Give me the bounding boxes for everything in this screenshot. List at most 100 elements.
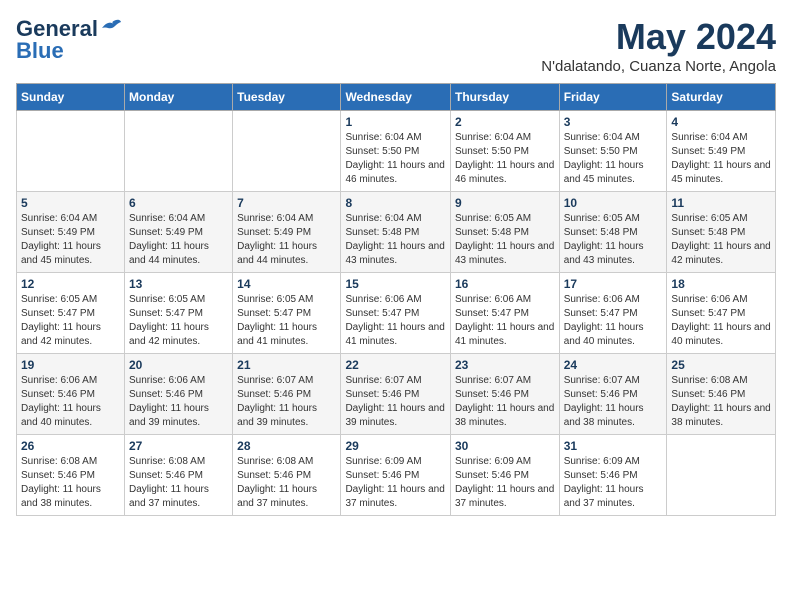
day-info: Sunrise: 6:05 AMSunset: 5:47 PMDaylight:… — [237, 293, 336, 349]
day-info: Sunrise: 6:06 AMSunset: 5:46 PMDaylight:… — [129, 374, 228, 430]
day-info: Sunrise: 6:09 AMSunset: 5:46 PMDaylight:… — [345, 455, 446, 511]
calendar-cell: 16 Sunrise: 6:06 AMSunset: 5:47 PMDayligh… — [450, 273, 559, 354]
day-info: Sunrise: 6:08 AMSunset: 5:46 PMDaylight:… — [129, 455, 228, 511]
calendar-cell: 29 Sunrise: 6:09 AMSunset: 5:46 PMDayligh… — [341, 435, 451, 516]
page-header: General Blue May 2024 N'dalatando, Cuanz… — [16, 16, 776, 75]
day-number: 19 — [21, 358, 120, 372]
day-info: Sunrise: 6:06 AMSunset: 5:47 PMDaylight:… — [671, 293, 771, 349]
calendar-cell — [17, 111, 125, 192]
calendar-week-row: 19 Sunrise: 6:06 AMSunset: 5:46 PMDayligh… — [17, 354, 776, 435]
day-number: 28 — [237, 439, 336, 453]
day-number: 7 — [237, 196, 336, 210]
calendar-cell: 21Sunrise: 6:07 AMSunset: 5:46 PMDayligh… — [233, 354, 341, 435]
day-number: 24 — [564, 358, 663, 372]
calendar-cell: 31 Sunrise: 6:09 AMSunset: 5:46 PMDayligh… — [559, 435, 667, 516]
calendar-week-row: 26 Sunrise: 6:08 AMSunset: 5:46 PMDayligh… — [17, 435, 776, 516]
calendar-cell — [233, 111, 341, 192]
day-number: 29 — [345, 439, 446, 453]
calendar-cell: 4 Sunrise: 6:04 AMSunset: 5:49 PMDaylight… — [667, 111, 776, 192]
logo: General Blue — [16, 16, 122, 64]
day-number: 27 — [129, 439, 228, 453]
day-info: Sunrise: 6:04 AMSunset: 5:50 PMDaylight:… — [345, 131, 446, 187]
day-info: Sunrise: 6:08 AMSunset: 5:46 PMDaylight:… — [237, 455, 336, 511]
day-number: 17 — [564, 277, 663, 291]
calendar-cell: 7Sunrise: 6:04 AMSunset: 5:49 PMDaylight… — [233, 192, 341, 273]
day-number: 31 — [564, 439, 663, 453]
day-number: 20 — [129, 358, 228, 372]
day-number: 30 — [455, 439, 555, 453]
calendar-cell: 17 Sunrise: 6:06 AMSunset: 5:47 PMDayligh… — [559, 273, 667, 354]
day-info: Sunrise: 6:07 AMSunset: 5:46 PMDaylight:… — [345, 374, 446, 430]
weekday-header-friday: Friday — [559, 84, 667, 111]
calendar-cell: 18 Sunrise: 6:06 AMSunset: 5:47 PMDayligh… — [667, 273, 776, 354]
calendar-cell — [667, 435, 776, 516]
day-info: Sunrise: 6:04 AMSunset: 5:49 PMDaylight:… — [671, 131, 771, 187]
calendar-week-row: 12 Sunrise: 6:05 AMSunset: 5:47 PMDayligh… — [17, 273, 776, 354]
day-number: 9 — [455, 196, 555, 210]
day-number: 25 — [671, 358, 771, 372]
main-title: May 2024 — [541, 16, 776, 58]
weekday-header-tuesday: Tuesday — [233, 84, 341, 111]
day-number: 18 — [671, 277, 771, 291]
calendar-cell: 19 Sunrise: 6:06 AMSunset: 5:46 PMDayligh… — [17, 354, 125, 435]
day-number: 26 — [21, 439, 120, 453]
title-block: May 2024 N'dalatando, Cuanza Norte, Ango… — [541, 16, 776, 75]
calendar-cell: 30 Sunrise: 6:09 AMSunset: 5:46 PMDayligh… — [450, 435, 559, 516]
logo-bird-icon — [100, 18, 122, 36]
subtitle: N'dalatando, Cuanza Norte, Angola — [541, 58, 776, 75]
calendar-cell: 27 Sunrise: 6:08 AMSunset: 5:46 PMDayligh… — [125, 435, 233, 516]
day-number: 14 — [237, 277, 336, 291]
day-number: 1 — [345, 115, 446, 129]
calendar-cell: 1 Sunrise: 6:04 AMSunset: 5:50 PMDaylight… — [341, 111, 451, 192]
weekday-header-row: SundayMondayTuesdayWednesdayThursdayFrid… — [17, 84, 776, 111]
calendar-table: SundayMondayTuesdayWednesdayThursdayFrid… — [16, 83, 776, 516]
day-info: Sunrise: 6:06 AMSunset: 5:47 PMDaylight:… — [564, 293, 663, 349]
day-info: Sunrise: 6:09 AMSunset: 5:46 PMDaylight:… — [455, 455, 555, 511]
day-info: Sunrise: 6:08 AMSunset: 5:46 PMDaylight:… — [671, 374, 771, 430]
day-info: Sunrise: 6:04 AMSunset: 5:49 PMDaylight:… — [21, 212, 120, 268]
day-number: 23 — [455, 358, 555, 372]
weekday-header-sunday: Sunday — [17, 84, 125, 111]
calendar-cell: 3Sunrise: 6:04 AMSunset: 5:50 PMDaylight… — [559, 111, 667, 192]
calendar-cell: 6 Sunrise: 6:04 AMSunset: 5:49 PMDaylight… — [125, 192, 233, 273]
day-info: Sunrise: 6:04 AMSunset: 5:50 PMDaylight:… — [455, 131, 555, 187]
day-number: 3 — [564, 115, 663, 129]
day-info: Sunrise: 6:06 AMSunset: 5:47 PMDaylight:… — [345, 293, 446, 349]
day-info: Sunrise: 6:07 AMSunset: 5:46 PMDaylight:… — [455, 374, 555, 430]
day-info: Sunrise: 6:07 AMSunset: 5:46 PMDaylight:… — [564, 374, 663, 430]
calendar-cell: 13 Sunrise: 6:05 AMSunset: 5:47 PMDayligh… — [125, 273, 233, 354]
calendar-cell: 22Sunrise: 6:07 AMSunset: 5:46 PMDayligh… — [341, 354, 451, 435]
calendar-cell: 14 Sunrise: 6:05 AMSunset: 5:47 PMDayligh… — [233, 273, 341, 354]
day-number: 16 — [455, 277, 555, 291]
day-info: Sunrise: 6:08 AMSunset: 5:46 PMDaylight:… — [21, 455, 120, 511]
day-info: Sunrise: 6:09 AMSunset: 5:46 PMDaylight:… — [564, 455, 663, 511]
day-number: 4 — [671, 115, 771, 129]
day-info: Sunrise: 6:05 AMSunset: 5:47 PMDaylight:… — [129, 293, 228, 349]
day-number: 15 — [345, 277, 446, 291]
calendar-cell: 28 Sunrise: 6:08 AMSunset: 5:46 PMDayligh… — [233, 435, 341, 516]
day-number: 12 — [21, 277, 120, 291]
calendar-cell: 24 Sunrise: 6:07 AMSunset: 5:46 PMDayligh… — [559, 354, 667, 435]
calendar-cell: 8Sunrise: 6:04 AMSunset: 5:48 PMDaylight… — [341, 192, 451, 273]
calendar-cell: 10Sunrise: 6:05 AMSunset: 5:48 PMDayligh… — [559, 192, 667, 273]
day-info: Sunrise: 6:06 AMSunset: 5:47 PMDaylight:… — [455, 293, 555, 349]
logo-blue: Blue — [16, 38, 64, 64]
calendar-cell: 20 Sunrise: 6:06 AMSunset: 5:46 PMDayligh… — [125, 354, 233, 435]
calendar-week-row: 5 Sunrise: 6:04 AMSunset: 5:49 PMDaylight… — [17, 192, 776, 273]
day-number: 5 — [21, 196, 120, 210]
calendar-cell: 9Sunrise: 6:05 AMSunset: 5:48 PMDaylight… — [450, 192, 559, 273]
calendar-cell: 11Sunrise: 6:05 AMSunset: 5:48 PMDayligh… — [667, 192, 776, 273]
weekday-header-wednesday: Wednesday — [341, 84, 451, 111]
day-number: 13 — [129, 277, 228, 291]
calendar-week-row: 1 Sunrise: 6:04 AMSunset: 5:50 PMDaylight… — [17, 111, 776, 192]
day-info: Sunrise: 6:05 AMSunset: 5:48 PMDaylight:… — [671, 212, 771, 268]
calendar-cell: 15 Sunrise: 6:06 AMSunset: 5:47 PMDayligh… — [341, 273, 451, 354]
day-info: Sunrise: 6:06 AMSunset: 5:46 PMDaylight:… — [21, 374, 120, 430]
day-info: Sunrise: 6:04 AMSunset: 5:49 PMDaylight:… — [129, 212, 228, 268]
weekday-header-saturday: Saturday — [667, 84, 776, 111]
weekday-header-monday: Monday — [125, 84, 233, 111]
calendar-cell: 5 Sunrise: 6:04 AMSunset: 5:49 PMDaylight… — [17, 192, 125, 273]
day-number: 2 — [455, 115, 555, 129]
day-number: 6 — [129, 196, 228, 210]
calendar-cell: 26 Sunrise: 6:08 AMSunset: 5:46 PMDayligh… — [17, 435, 125, 516]
